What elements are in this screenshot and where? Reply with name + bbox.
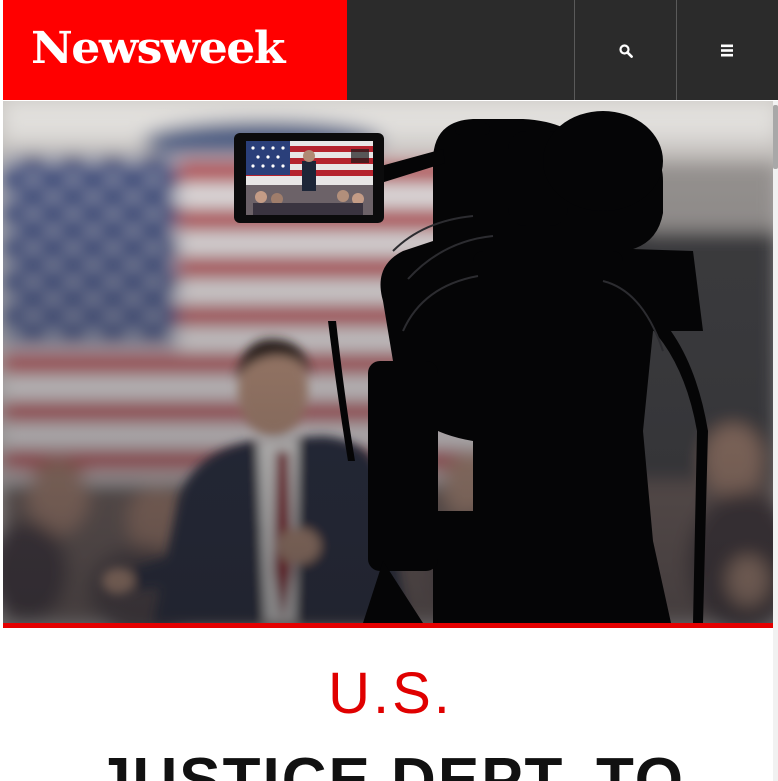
site-header: Newsweek [3,0,778,100]
scrollbar[interactable] [773,101,778,781]
search-button[interactable] [574,0,675,100]
menu-button[interactable] [676,0,777,100]
article-header: U.S. JUSTICE DEPT. TO [3,628,778,781]
hamburger-menu-icon [721,44,733,57]
search-icon [619,44,633,58]
article-page: Newsweek U.S. JUSTICE DEPT. TO [3,0,778,781]
logo: Newsweek [31,23,286,74]
section-label[interactable]: U.S. [3,662,778,726]
hero-image [3,101,778,623]
scrollbar-thumb[interactable] [773,105,778,169]
logo-link[interactable]: Newsweek [3,0,347,100]
article-headline: JUSTICE DEPT. TO [96,746,685,781]
hero-photo [3,101,778,623]
